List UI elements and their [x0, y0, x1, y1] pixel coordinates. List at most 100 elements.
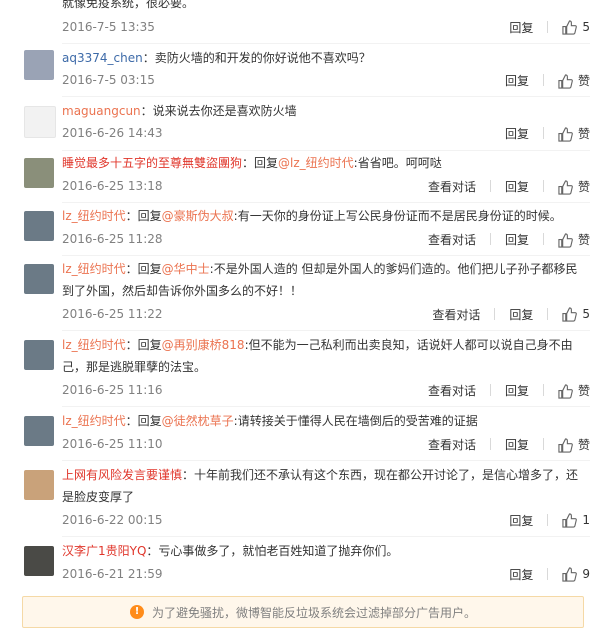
- comment-body: ：卖防火墙的和开发的你好说他不喜欢吗？: [142, 51, 371, 65]
- thumbs-up-icon: [558, 179, 573, 195]
- comment-text: aq3374_chen：卖防火墙的和开发的你好说他不喜欢吗？: [62, 47, 584, 69]
- like-count: 赞: [577, 179, 590, 194]
- avatar[interactable]: [24, 546, 54, 576]
- reply-button[interactable]: 回复: [505, 178, 529, 195]
- thumbs-up-icon: [558, 126, 573, 142]
- comment-username[interactable]: lz_纽约时代: [62, 414, 126, 428]
- comment-time: 2016-6-21 21:59: [62, 567, 163, 581]
- mention-link[interactable]: @再别康桥818: [162, 338, 245, 352]
- thumbs-up-icon: [558, 232, 573, 248]
- like-button[interactable]: 赞: [558, 436, 590, 453]
- comment-text: lz_纽约时代：回复@豪斯伪大叔:有一天你的身份证上写公民身份证而不是居民身份证…: [62, 205, 584, 227]
- comment-prefix: ：回复: [125, 209, 162, 223]
- reply-button[interactable]: 回复: [505, 231, 529, 248]
- avatar[interactable]: [24, 340, 54, 370]
- reply-button[interactable]: 回复: [505, 382, 529, 399]
- like-button[interactable]: 1: [562, 513, 590, 528]
- comment-ops: 查看对话 回复 赞: [428, 178, 590, 195]
- comment-body: ：说来说去你还是喜欢防火墙: [140, 104, 297, 118]
- thumbs-up-icon: [562, 512, 578, 528]
- comment-body: ：亏心事做多了，就怕老百姓知道了抛弃你们。: [146, 544, 399, 558]
- thumbs-up-icon: [562, 566, 578, 582]
- comment-time: 2016-6-25 11:22: [62, 307, 163, 321]
- like-button[interactable]: 5: [562, 307, 590, 322]
- comment-ops: 查看对话 回复 赞: [428, 231, 590, 248]
- spam-filter-notice: ! 为了避免骚扰，微博智能反垃圾系统会过滤掉部分广告用户。: [22, 596, 584, 628]
- comment-username[interactable]: lz_纽约时代: [62, 209, 126, 223]
- view-conversation-button[interactable]: 查看对话: [428, 382, 476, 399]
- comment-text: 汉李广1贵阳YQ：亏心事做多了，就怕老百姓知道了抛弃你们。: [62, 540, 584, 562]
- comment-username[interactable]: 汉李广1贵阳YQ: [62, 544, 146, 558]
- comment-time: 2016-6-25 11:10: [62, 437, 163, 451]
- view-conversation-button[interactable]: 查看对话: [428, 231, 476, 248]
- comment-text: 就像免疫系统，很必要。: [62, 0, 195, 10]
- comment-prefix: ：回复: [125, 262, 162, 276]
- comment-prefix: ：回复: [125, 414, 162, 428]
- reply-button[interactable]: 回复: [509, 566, 533, 583]
- thumbs-up-icon: [562, 19, 578, 35]
- thumbs-up-icon: [558, 73, 573, 89]
- reply-button[interactable]: 回复: [509, 306, 533, 323]
- like-button[interactable]: 赞: [558, 72, 590, 89]
- like-button[interactable]: 赞: [558, 178, 590, 195]
- like-button[interactable]: 赞: [558, 125, 590, 142]
- comment-username[interactable]: aq3374_chen: [62, 51, 143, 65]
- reply-button[interactable]: 回复: [505, 72, 529, 89]
- avatar[interactable]: [24, 106, 56, 138]
- like-button[interactable]: 5: [562, 20, 590, 35]
- reply-button[interactable]: 回复: [509, 512, 533, 529]
- comment-text: lz_纽约时代：回复@华中士:不是外国人造的 但却是外国人的爹妈们造的。他们把儿…: [62, 258, 584, 302]
- avatar[interactable]: [24, 158, 54, 188]
- comment-prefix: ：回复: [125, 338, 162, 352]
- like-button[interactable]: 赞: [558, 231, 590, 248]
- mention-link[interactable]: @徒然枕草子: [162, 414, 234, 428]
- thumbs-up-icon: [558, 437, 573, 453]
- comment-username[interactable]: lz_纽约时代: [62, 338, 126, 352]
- mention-link[interactable]: @豪斯伪大叔: [162, 209, 234, 223]
- reply-button[interactable]: 回复: [509, 19, 533, 36]
- warning-icon: !: [129, 605, 144, 619]
- comment-ops: 回复 9: [509, 566, 590, 582]
- like-count: 赞: [577, 126, 590, 141]
- avatar[interactable]: [24, 50, 54, 80]
- like-button[interactable]: 赞: [558, 382, 590, 399]
- like-count: 赞: [577, 437, 590, 452]
- comment-text: lz_纽约时代：回复@再别康桥818:但不能为一己私利而出卖良知，话说奸人都可以…: [62, 334, 584, 378]
- comment-ops: 回复 赞: [505, 125, 590, 142]
- notice-text: 为了避免骚扰，微博智能反垃圾系统会过滤掉部分广告用户。: [151, 605, 476, 620]
- comment-username[interactable]: 上网有风险发言要谨慎: [62, 468, 182, 482]
- like-count: 赞: [577, 383, 590, 398]
- comment-ops: 回复 赞: [505, 72, 590, 89]
- avatar[interactable]: [24, 416, 54, 446]
- comment-text: lz_纽约时代：回复@徒然枕草子:请转接关于懂得人民在墙倒后的受苦难的证据: [62, 410, 584, 432]
- avatar[interactable]: [24, 264, 54, 294]
- like-count: 1: [582, 512, 590, 527]
- like-count: 5: [582, 19, 590, 34]
- mention-link[interactable]: @lz_纽约时代: [278, 156, 354, 170]
- comment-ops: 查看对话 回复 赞: [428, 382, 590, 399]
- avatar[interactable]: [24, 211, 54, 241]
- like-count: 9: [582, 566, 590, 581]
- comment-ops: 回复 1: [509, 512, 590, 528]
- comment-time: 2016-6-25 11:28: [62, 232, 163, 246]
- comment-username[interactable]: 睡觉最多十五字的至尊無雙盜團狗: [62, 156, 242, 170]
- mention-link[interactable]: @华中士: [162, 262, 210, 276]
- like-button[interactable]: 9: [562, 567, 590, 582]
- view-conversation-button[interactable]: 查看对话: [432, 306, 480, 323]
- view-conversation-button[interactable]: 查看对话: [428, 178, 476, 195]
- comment-time: 2016-6-26 14:43: [62, 126, 163, 140]
- comment-body: :省省吧。呵呵哒: [353, 156, 442, 170]
- comment-ops: 查看对话 回复 5: [432, 306, 590, 322]
- view-conversation-button[interactable]: 查看对话: [428, 436, 476, 453]
- comment-text: maguangcun：说来说去你还是喜欢防火墙: [62, 100, 584, 122]
- comment-username[interactable]: maguangcun: [62, 104, 141, 118]
- comment-ops: 查看对话 回复 赞: [428, 436, 590, 453]
- comment-username[interactable]: lz_纽约时代: [62, 262, 126, 276]
- avatar[interactable]: [24, 470, 54, 500]
- reply-button[interactable]: 回复: [505, 436, 529, 453]
- comment-prefix: ：回复: [242, 156, 279, 170]
- comment-ops: 回复 5: [509, 19, 590, 35]
- reply-button[interactable]: 回复: [505, 125, 529, 142]
- comment-time: 2016-6-25 11:16: [62, 383, 163, 397]
- comment-text: 睡觉最多十五字的至尊無雙盜團狗：回复@lz_纽约时代:省省吧。呵呵哒: [62, 152, 584, 174]
